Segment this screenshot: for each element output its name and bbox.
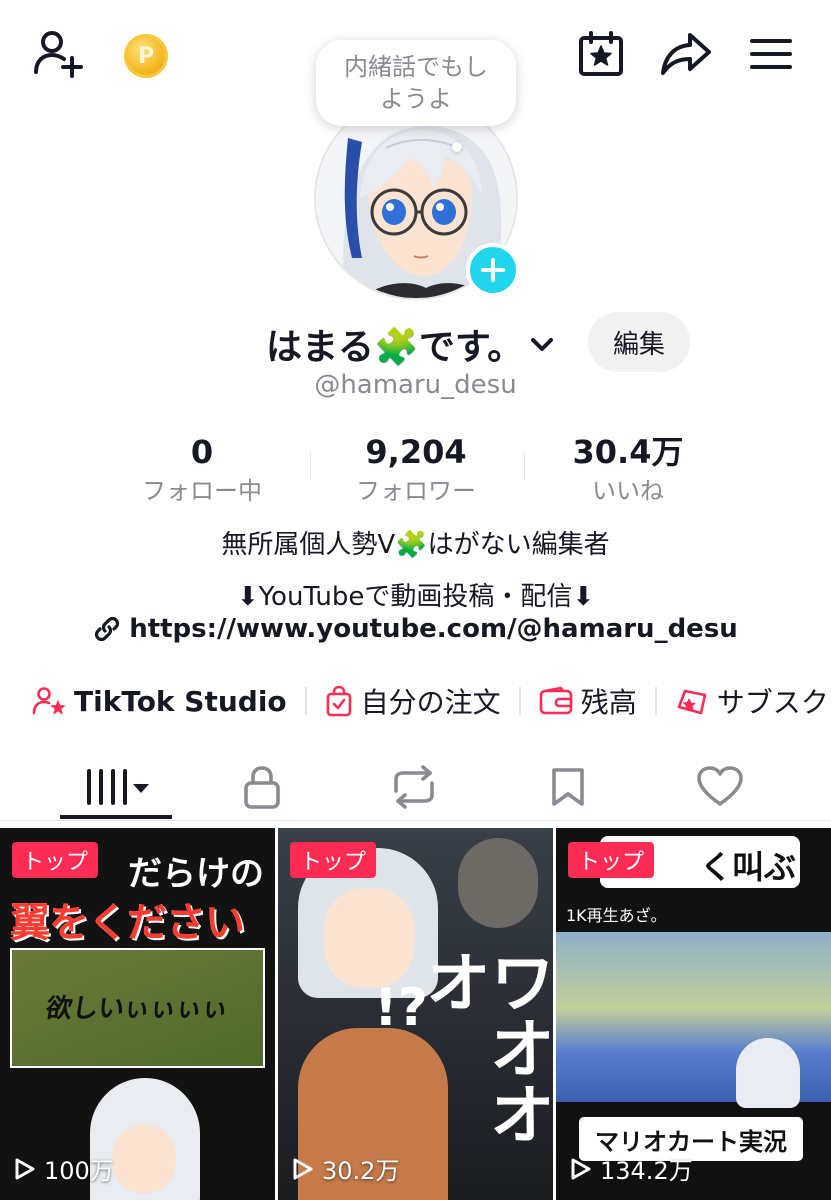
- display-name-text: はまる🧩です。: [266, 327, 524, 368]
- view-count-text: 100万: [44, 1157, 114, 1185]
- tab-private[interactable]: [202, 756, 322, 818]
- followers-count: 9,204: [365, 433, 467, 471]
- shortcut-subscription[interactable]: サブスク: [675, 681, 829, 721]
- shortcut-row: TikTok Studio 自分の注文 残高 サブスク: [32, 676, 829, 726]
- active-tab-indicator: [60, 815, 172, 819]
- tab-favorites[interactable]: [508, 756, 628, 818]
- video-sub-caption: 1K再生あざ。: [566, 906, 667, 925]
- view-count-text: 30.2万: [322, 1157, 400, 1185]
- username: @hamaru_desu: [314, 370, 517, 400]
- play-icon: [292, 1157, 314, 1181]
- add-friend-icon[interactable]: [28, 28, 88, 80]
- bio-link[interactable]: https://www.youtube.com/@hamaru_desu: [0, 614, 831, 644]
- shortcut-divider: [654, 687, 657, 715]
- likes-stat[interactable]: 30.4万 いいね: [528, 432, 728, 508]
- repost-icon: [390, 765, 438, 809]
- play-icon: [14, 1157, 36, 1181]
- video-thumbnail[interactable]: だらけの 翼をください 欲しいぃぃぃぃ トップ 100万: [0, 828, 275, 1200]
- note-bubble[interactable]: 内緒話でもしようよ: [316, 40, 516, 126]
- shortcut-orders[interactable]: 自分の注文: [325, 681, 501, 721]
- following-count: 0: [190, 433, 214, 471]
- shortcut-label: サブスク: [716, 686, 829, 719]
- calendar-star-icon[interactable]: [574, 28, 628, 80]
- view-count: 134.2万: [570, 1151, 693, 1186]
- following-label: フォロー中: [142, 477, 262, 505]
- tab-reposts[interactable]: [354, 756, 474, 818]
- shortcut-balance[interactable]: 残高: [539, 681, 637, 721]
- video-thumbnail[interactable]: く叫ぶ 1K再生あざ。 マリオカート実況 トップ 134.2万: [556, 828, 831, 1200]
- note-bubble-tail: [452, 142, 462, 152]
- heart-icon: [696, 766, 744, 808]
- bio-line-2: ⬇YouTubeで動画投稿・配信⬇: [236, 582, 595, 612]
- followers-label: フォロワー: [356, 477, 476, 505]
- bio-link-text: https://www.youtube.com/@hamaru_desu: [129, 614, 738, 644]
- chevron-down-icon[interactable]: [528, 330, 556, 358]
- shortcut-label: TikTok Studio: [74, 684, 287, 718]
- subscription-icon: [675, 685, 709, 717]
- tab-videos[interactable]: [56, 756, 176, 818]
- video-title: ワオオオ: [414, 948, 553, 1146]
- shortcut-label: 自分の注文: [360, 686, 501, 719]
- content-tabs: [0, 756, 831, 821]
- shortcut-divider: [518, 687, 521, 715]
- note-bubble-text: 内緒話でもしようよ: [344, 53, 488, 113]
- link-icon: [93, 615, 121, 643]
- grid-icon: [83, 767, 149, 807]
- stat-divider: [310, 452, 311, 480]
- play-icon: [570, 1157, 592, 1181]
- view-count: 100万: [14, 1151, 114, 1186]
- edit-profile-button[interactable]: 編集: [588, 312, 690, 372]
- video-caption: 欲しいぃぃぃぃ: [44, 994, 231, 1024]
- menu-icon[interactable]: [742, 28, 800, 80]
- top-badge: トップ: [290, 842, 377, 878]
- lock-icon: [242, 765, 282, 809]
- likes-count: 30.4万: [572, 433, 684, 471]
- coin-icon[interactable]: P: [124, 34, 168, 78]
- wallet-icon: [539, 687, 573, 715]
- tab-liked[interactable]: [660, 756, 780, 818]
- video-caption: !?: [374, 978, 428, 1038]
- video-title: 翼をください: [10, 900, 245, 946]
- shopping-bag-icon: [325, 685, 353, 717]
- following-stat[interactable]: 0 フォロー中: [102, 432, 302, 508]
- shortcut-divider: [304, 687, 307, 715]
- share-icon[interactable]: [656, 28, 716, 80]
- shortcut-label: 残高: [580, 686, 637, 719]
- bookmark-icon: [550, 766, 586, 808]
- creator-star-icon: [32, 686, 66, 716]
- stat-divider: [524, 452, 525, 480]
- video-thumbnail[interactable]: ワオオオ !? トップ 30.2万: [278, 828, 553, 1200]
- view-count-text: 134.2万: [600, 1157, 693, 1185]
- followers-stat[interactable]: 9,204 フォロワー: [316, 432, 516, 508]
- top-badge: トップ: [12, 842, 99, 878]
- bio-line-1: 無所属個人勢V🧩はがない編集者: [221, 530, 610, 560]
- view-count: 30.2万: [292, 1151, 399, 1186]
- top-badge: トップ: [568, 842, 655, 878]
- likes-label: いいね: [592, 477, 664, 505]
- shortcut-tiktok-studio[interactable]: TikTok Studio: [32, 685, 287, 718]
- display-name[interactable]: はまる🧩です。: [266, 318, 523, 370]
- add-avatar-button[interactable]: [466, 243, 520, 297]
